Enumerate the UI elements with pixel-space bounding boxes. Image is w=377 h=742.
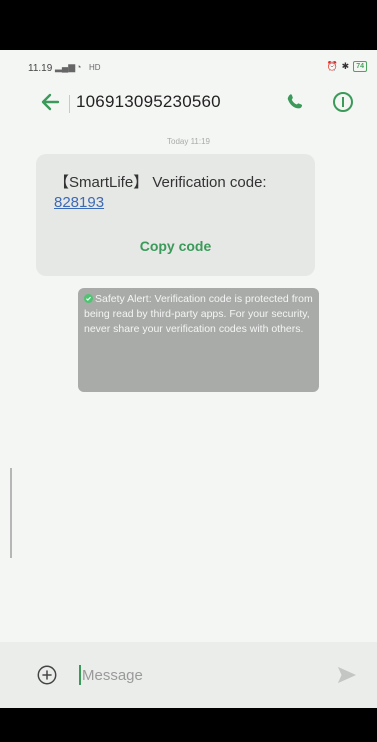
- copy-code-button[interactable]: Copy code: [36, 238, 315, 254]
- scrollbar[interactable]: [10, 468, 12, 558]
- battery-indicator: 74: [353, 61, 367, 72]
- message-input[interactable]: [82, 664, 312, 686]
- send-icon[interactable]: [336, 665, 358, 685]
- info-icon[interactable]: [331, 90, 355, 114]
- signal-icon: ▂▄▆: [55, 62, 76, 72]
- check-shield-icon: [84, 294, 93, 303]
- bluetooth-icon: ✱: [341, 61, 350, 71]
- phone-icon[interactable]: [285, 91, 307, 113]
- safety-alert: Safety Alert: Verification code is prote…: [78, 288, 319, 392]
- text-caret: [79, 665, 81, 685]
- conversation-header: 106913095230560: [0, 82, 377, 122]
- verification-code-link[interactable]: 828193: [54, 194, 104, 211]
- status-time: 11.19: [28, 63, 53, 74]
- sender-number: 106913095230560: [76, 92, 221, 111]
- message-timestamp: Today 11:19: [167, 137, 210, 146]
- message-bubble[interactable]: 【SmartLife】 Verification code: 828193 Co…: [36, 154, 315, 276]
- messages-screen: 11.19 ▂▄▆ ◔ HD ⏰ ✱ 74 106913095230560 To…: [0, 50, 377, 708]
- arrow-left-icon[interactable]: [38, 90, 62, 114]
- network-indicator: HD: [89, 63, 101, 72]
- status-right: ⏰ ✱ 74: [326, 61, 367, 72]
- alarm-icon: ⏰: [326, 61, 338, 71]
- wifi-icon: ◔: [76, 62, 82, 72]
- safety-alert-text: Safety Alert: Verification code is prote…: [84, 293, 313, 335]
- status-bar: 11.19 ▂▄▆ ◔ HD ⏰ ✱ 74: [0, 50, 377, 80]
- add-attachment-icon[interactable]: [36, 664, 58, 686]
- header-divider: [69, 95, 70, 113]
- message-text: 【SmartLife】 Verification code:: [54, 174, 267, 191]
- composer-bar: [0, 642, 377, 708]
